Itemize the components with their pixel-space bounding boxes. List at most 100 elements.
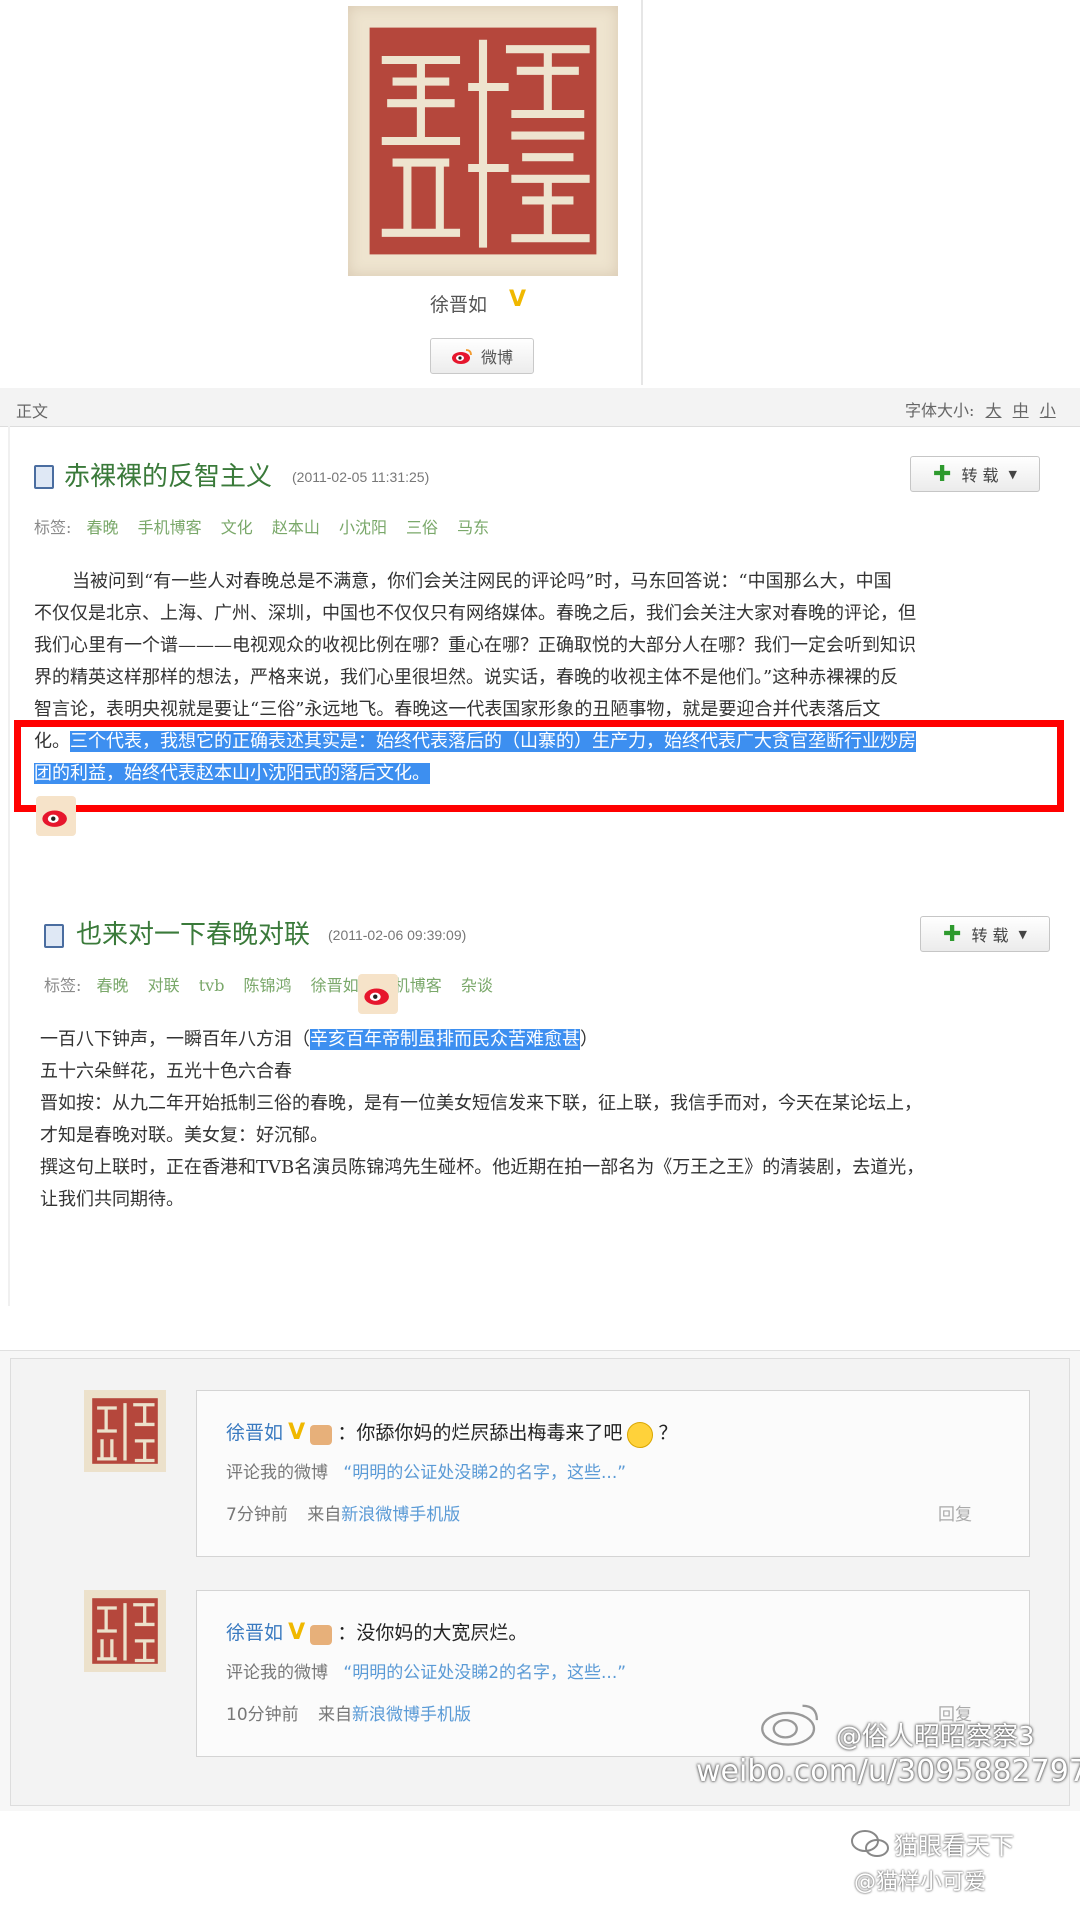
comment-context: 评论我的微博 “明明的公证处没睇2的名字，这些...”	[226, 1658, 626, 1683]
post-tags: 标签: 春晚 对联 tvb 陈锦鸿 徐晋如 手机博客 杂谈	[44, 972, 507, 996]
comment-text: ：没你妈的大宽屄烂。	[337, 1622, 528, 1644]
repost-button[interactable]: ✚ 转 载 ▼	[920, 916, 1050, 952]
comment-quote-link[interactable]: “明明的公证处没睇2的名字，这些...”	[343, 1663, 626, 1683]
comment-source-link[interactable]: 新浪微博手机版	[341, 1505, 460, 1525]
divider	[641, 0, 643, 385]
highlighted-text: 三个代表，我想它的正确表述其实是：始终代表落后的（山寨的）生产力，始终代表广大贪…	[70, 731, 916, 752]
comment-from: 来自	[307, 1505, 342, 1525]
body-line: 当被问到“有一些人对春晚总是不满意，你们会关注网民的评论吗”时，马东回答说：“中…	[72, 571, 892, 592]
body-line: 我们心里有一个谱———电视观众的收视比例在哪？重心在哪？正确取悦的大部分人在哪？…	[34, 635, 916, 656]
verified-icon: V	[288, 1420, 306, 1445]
highlighted-text: 辛亥百年帝制虽排而民众苦难愈甚	[310, 1029, 580, 1050]
tag-link[interactable]: 徐晋如	[311, 976, 359, 995]
plus-icon: ✚	[943, 921, 962, 947]
repost-button[interactable]: ✚ 转 载 ▼	[910, 456, 1040, 492]
post-tags: 标签: 春晚 手机博客 文化 赵本山 小沈阳 三俗 马东	[34, 514, 503, 538]
body-text: ）	[580, 1029, 598, 1050]
highlighted-text: 团的利益，始终代表赵本山小沈阳式的落后文化。	[34, 763, 430, 784]
comment-meta: 10分钟前 来自新浪微博手机版	[226, 1700, 471, 1725]
seal-image	[369, 27, 597, 255]
font-size-medium[interactable]: 中	[1013, 401, 1029, 420]
badge-icon	[310, 1624, 333, 1645]
weibo-button[interactable]: 微博	[430, 338, 534, 374]
reply-link[interactable]: 回复	[938, 1500, 972, 1525]
tags-label: 标签:	[34, 518, 72, 537]
weibo-share-icon[interactable]	[36, 796, 76, 836]
tag-link[interactable]: 春晚	[97, 976, 129, 995]
body-line: 化。三个代表，我想它的正确表述其实是：始终代表落后的（山寨的）生产力，始终代表广…	[34, 726, 1054, 758]
comment-text-end: ？	[658, 1422, 678, 1444]
tag-link[interactable]: 陈锦鸿	[244, 976, 292, 995]
profile-seal-avatar[interactable]	[348, 6, 618, 276]
body-line: 一百八下钟声，一瞬百年八方泪（辛亥百年帝制虽排而民众苦难愈甚）	[40, 1024, 1060, 1056]
tag-link[interactable]: 赵本山	[272, 518, 320, 537]
post-title[interactable]: 赤裸裸的反智主义	[64, 456, 272, 493]
watermark-url: weibo.com/u/3095882797	[696, 1754, 1080, 1789]
weibo-watermark-icon	[756, 1700, 826, 1746]
comment-quote-link[interactable]: “明明的公证处没睇2的名字，这些...”	[343, 1463, 626, 1483]
comment-line: 徐晋如 V ：你舔你妈的烂屄舔出梅毒来了吧 ？	[226, 1418, 678, 1448]
tag-link[interactable]: tvb	[199, 976, 225, 995]
watermark-brand: 猫眼看天下	[894, 1832, 1014, 1860]
avatar[interactable]	[84, 1390, 166, 1472]
comment-context: 评论我的微博 “明明的公证处没睇2的名字，这些...”	[226, 1458, 626, 1483]
tag-link[interactable]: 春晚	[87, 518, 119, 537]
post-icon	[44, 924, 64, 948]
tag-link[interactable]: 小沈阳	[339, 518, 387, 537]
dropdown-arrow-icon: ▼	[1008, 467, 1017, 481]
verified-icon: V	[288, 1620, 306, 1645]
weibo-share-icon[interactable]	[358, 974, 398, 1014]
body-line: 五十六朵鲜花，五光十色六合春	[40, 1061, 292, 1082]
post-title[interactable]: 也来对一下春晚对联	[76, 914, 310, 951]
wechat-icon	[850, 1828, 890, 1860]
body-line: 界的精英这样那样的想法，严格来说，我们心里很坦然。说实话，春晚的收视主体不是他们…	[34, 667, 899, 688]
watermark-sub: @猫样小可爱	[854, 1870, 987, 1895]
post-body: 当被问到“有一些人对春晚总是不满意，你们会关注网民的评论吗”时，马东回答说：“中…	[34, 566, 1054, 726]
font-size-large[interactable]: 大	[986, 401, 1002, 420]
dropdown-arrow-icon: ▼	[1018, 927, 1027, 941]
post-icon	[34, 465, 54, 489]
comment-time: 7分钟前	[226, 1505, 288, 1525]
body-line: 晋如按：从九二年开始抵制三俗的春晚，是有一位美女短信发来下联，征上联，我信手而对…	[40, 1093, 922, 1114]
post-date: (2011-02-05 11:31:25)	[292, 469, 430, 485]
post-body: 一百八下钟声，一瞬百年八方泪（辛亥百年帝制虽排而民众苦难愈甚） 五十六朵鲜花，五…	[40, 1024, 1060, 1216]
comment-time: 10分钟前	[226, 1705, 299, 1725]
badge-icon	[310, 1424, 333, 1445]
comment-source-link[interactable]: 新浪微博手机版	[352, 1705, 471, 1725]
body-text: 一百八下钟声，一瞬百年八方泪（	[40, 1029, 310, 1050]
comment-from: 来自	[318, 1705, 353, 1725]
toolbar-label: 正文	[16, 402, 49, 421]
weibo-button-label: 微博	[480, 348, 513, 367]
avatar[interactable]	[84, 1590, 166, 1672]
content-border	[8, 426, 10, 1306]
body-text: 化。	[34, 731, 70, 752]
comment-text: ：你舔你妈的烂屄舔出梅毒来了吧	[337, 1422, 623, 1444]
highlighted-passage: 化。三个代表，我想它的正确表述其实是：始终代表落后的（山寨的）生产力，始终代表广…	[34, 726, 1054, 790]
font-size-small[interactable]: 小	[1040, 401, 1056, 420]
font-size-control: 字体大小: 大 中 小	[905, 397, 1056, 421]
body-line: 才知是春晚对联。美女复：好沉郁。	[40, 1125, 328, 1146]
body-line: 不仅仅是北京、上海、广州、深圳，中国也不仅仅只有网络媒体。春晚之后，我们会关注大…	[34, 603, 916, 624]
body-line: 让我们共同期待。	[40, 1189, 184, 1210]
tag-link[interactable]: 三俗	[406, 518, 438, 537]
weibo-logo-icon	[451, 348, 473, 364]
font-size-label: 字体大小:	[905, 401, 975, 420]
comment-line: 徐晋如 V ：没你妈的大宽屄烂。	[226, 1618, 527, 1645]
plus-icon: ✚	[933, 461, 952, 487]
comment-meta: 7分钟前 来自新浪微博手机版	[226, 1500, 460, 1525]
tag-link[interactable]: 手机博客	[138, 518, 202, 537]
tag-link[interactable]: 文化	[221, 518, 253, 537]
comment-context-label: 评论我的微博	[226, 1463, 328, 1483]
profile-name[interactable]: 徐晋如	[430, 290, 487, 317]
verified-icon: V	[509, 287, 527, 312]
tag-link[interactable]: 马东	[457, 518, 489, 537]
comment-author[interactable]: 徐晋如	[226, 1422, 283, 1444]
smiley-emoji-icon	[627, 1421, 654, 1448]
comment-author[interactable]: 徐晋如	[226, 1622, 283, 1644]
tags-label: 标签:	[44, 976, 82, 995]
watermark-handle: @俗人昭昭察察3	[836, 1722, 1035, 1752]
comment-context-label: 评论我的微博	[226, 1663, 328, 1683]
post-date: (2011-02-06 09:39:09)	[328, 927, 467, 943]
tag-link[interactable]: 杂谈	[461, 976, 493, 995]
tag-link[interactable]: 对联	[148, 976, 180, 995]
